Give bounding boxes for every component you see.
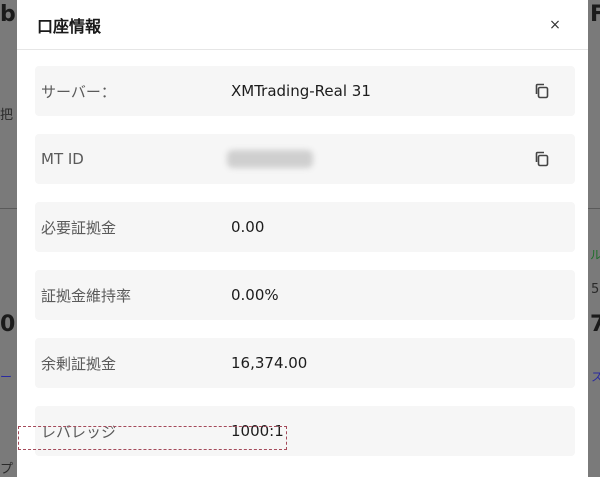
bg-fragment: 7: [590, 312, 600, 337]
account-info-modal: 口座情報 × サーバー： XMTrading-Real 31 MT ID 必要証…: [17, 0, 588, 477]
required-margin-value: 0.00: [231, 218, 265, 236]
bg-fragment: ル: [590, 248, 600, 262]
server-value: XMTrading-Real 31: [231, 82, 371, 100]
bg-fragment: 把: [0, 108, 14, 123]
modal-title: 口座情報: [37, 16, 102, 36]
bg-fragment: 0: [0, 312, 16, 337]
row-leverage: レバレッジ 1000:1: [35, 406, 575, 456]
bg-fragment: 5: [591, 282, 600, 297]
free-margin-value: 16,374.00: [231, 354, 308, 372]
bg-divider: [0, 208, 17, 209]
close-button[interactable]: ×: [544, 14, 566, 36]
row-label: 証拠金維持率: [41, 286, 132, 305]
bg-fragment: ー: [0, 370, 13, 384]
row-required-margin: 必要証拠金 0.00: [35, 202, 575, 252]
row-label: 余剰証拠金: [41, 354, 117, 373]
row-free-margin: 余剰証拠金 16,374.00: [35, 338, 575, 388]
row-label: レバレッジ: [41, 422, 117, 441]
row-label: 必要証拠金: [41, 218, 117, 237]
bg-divider: [588, 208, 600, 209]
row-mt-id: MT ID: [35, 134, 575, 184]
row-server: サーバー： XMTrading-Real 31: [35, 66, 575, 116]
row-margin-level: 証拠金維持率 0.00%: [35, 270, 575, 320]
copy-icon[interactable]: [533, 82, 551, 100]
bg-fragment: プ: [0, 462, 14, 477]
mt-id-value-redacted: [227, 150, 313, 168]
account-info-list: サーバー： XMTrading-Real 31 MT ID 必要証拠金 0.00…: [35, 66, 575, 474]
leverage-value: 1000:1: [231, 422, 284, 440]
row-label: サーバー：: [41, 82, 116, 101]
row-label: MT ID: [41, 150, 84, 168]
bg-fragment: F: [590, 2, 600, 27]
bg-fragment: ス: [591, 370, 600, 384]
margin-level-value: 0.00%: [231, 286, 279, 304]
copy-icon[interactable]: [533, 150, 551, 168]
modal-header: 口座情報 ×: [17, 0, 588, 50]
